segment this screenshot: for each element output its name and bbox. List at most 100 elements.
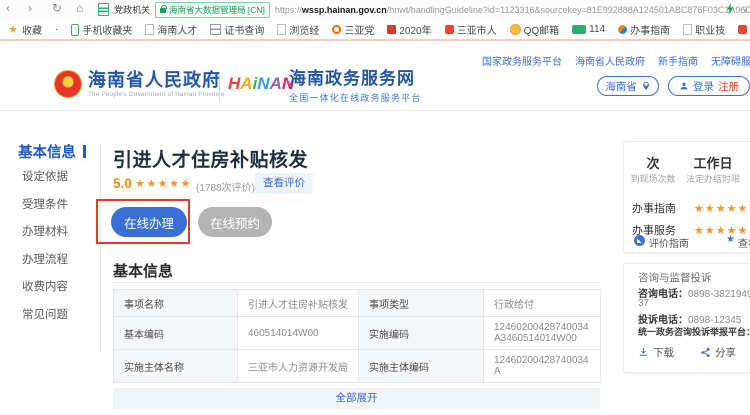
table-row: 基本编码 460514014W00 实施编码 12460200428740034…: [114, 317, 601, 350]
refresh-icon[interactable]: ↻: [52, 1, 62, 15]
stats-card-footer: 评价指南 ★ 查看评价: [624, 234, 750, 250]
bookmark-item[interactable]: 海南人才: [145, 22, 197, 37]
bookmark-icon: [8, 25, 19, 35]
table-label: 实施主体名称: [114, 350, 238, 383]
region-label: 海南省: [605, 79, 637, 94]
bookmark-item[interactable]: 三亚党: [332, 22, 374, 37]
sidebar-item[interactable]: 设定依据: [22, 164, 68, 192]
bookmark-label: 职业技: [695, 22, 725, 37]
rating-score: 5.0: [113, 176, 132, 191]
sidebar-item[interactable]: 受理条件: [22, 192, 68, 220]
bookmark-label: 114: [589, 24, 605, 35]
contact-card-title: 咨询与监督投诉: [638, 270, 712, 285]
login-register[interactable]: 登录 注册: [668, 76, 750, 96]
bookmark-item[interactable]: 三亚市人: [445, 22, 497, 37]
header-top-link[interactable]: 无障碍服务: [711, 53, 750, 68]
bookmark-item[interactable]: 浏览经: [277, 22, 319, 37]
rating-stars: ★★★★★: [694, 202, 748, 215]
divider: [0, 39, 750, 41]
bookmark-label: 证书查询: [224, 22, 264, 37]
view-reviews-button[interactable]: 查看评价: [255, 173, 313, 194]
address-bar[interactable]: 党政机关 海南省大数据管理局 [CN] https://wssp.hainan.…: [98, 2, 750, 17]
back-icon[interactable]: ‹: [6, 1, 10, 15]
platform-row: 统一政务咨询投诉举报平台：点击进入: [638, 325, 750, 338]
online-reserve-button[interactable]: 在线预约: [198, 207, 272, 237]
rating-row: 办事指南 ★★★★★: [632, 200, 750, 216]
sidebar-heading[interactable]: 基本信息: [18, 141, 86, 162]
national-emblem-icon: [54, 70, 82, 98]
divider: [0, 110, 750, 111]
table-row: 事项名称 引进人才住房补贴核发 事项类型 行政给付: [114, 290, 601, 317]
login-button[interactable]: 登录: [693, 79, 714, 94]
consult-phone-row: 咨询电话：0898-38219496；0: [638, 285, 750, 300]
site-subtitle: 全国一体化在线政务服务平台: [289, 91, 422, 104]
bookmark-icon: [683, 24, 692, 35]
rating-stars: ★★★★★: [135, 177, 192, 190]
contact-card: 咨询与监督投诉 咨询电话：0898-38219496；0 37 投诉电话：089…: [623, 263, 750, 373]
share-button[interactable]: 分享: [700, 345, 736, 360]
bookmark-icon: [738, 25, 747, 34]
evaluation-guide-link[interactable]: 评价指南: [649, 235, 689, 250]
page-title: 引进人才住房补贴核发: [113, 145, 308, 172]
stat-label: 承诺办结时限: [746, 172, 750, 185]
bookmark-item[interactable]: 职业技: [683, 22, 725, 37]
hainan-logo: HAiNAN: [228, 74, 294, 94]
download-button[interactable]: 下载: [638, 345, 674, 360]
browser-nav-bar: ‹ › ↻ ⌂ 党政机关 海南省大数据管理局 [CN] https://wssp…: [0, 0, 750, 19]
bookmark-icon: [71, 24, 79, 36]
bookmark-item[interactable]: 2020年: [387, 22, 431, 37]
gov-name: 海南省人民政府: [88, 70, 224, 90]
bookmark-item[interactable]: 办事指南: [618, 22, 670, 37]
active-indicator: [83, 145, 86, 158]
user-icon: [679, 81, 689, 91]
bookmark-icon: [387, 25, 396, 34]
bookmark-item[interactable]: 全国建: [738, 22, 750, 37]
bookmark-label: 手机收藏夹: [82, 22, 132, 37]
bookmark-label: QQ邮箱: [524, 22, 560, 37]
bookmark-icon: [210, 24, 221, 35]
bookmark-item[interactable]: 证书查询: [210, 22, 264, 37]
gov-name-english: The People's Government of Hainan Provin…: [88, 91, 224, 98]
forward-icon[interactable]: ›: [28, 1, 32, 15]
security-badge[interactable]: 海南省大数据管理局 [CN]: [155, 2, 270, 18]
bookmark-item[interactable]: 手机收藏夹: [71, 22, 132, 37]
bookmark-item[interactable]: ·: [55, 24, 58, 35]
table-label: 实施主体编码: [359, 350, 484, 383]
sidebar-item[interactable]: 常见问题: [22, 302, 68, 330]
evaluation-guide-icon: [634, 235, 645, 246]
table-label: 基本编码: [114, 317, 238, 350]
bookmark-item[interactable]: 114: [572, 24, 605, 35]
divider: [113, 282, 600, 283]
divider: [100, 143, 101, 353]
table-value: 行政给付: [484, 290, 601, 317]
bookmark-item[interactable]: QQ邮箱: [510, 22, 560, 37]
download-icon: [638, 347, 649, 358]
sidebar-item[interactable]: 办理流程: [22, 247, 68, 275]
table-label: 实施编码: [359, 317, 484, 350]
sidebar-item[interactable]: 收费内容: [22, 274, 68, 302]
sidebar-item[interactable]: 办理材料: [22, 219, 68, 247]
view-evaluation-link[interactable]: 查看评价: [738, 235, 750, 250]
region-selector[interactable]: 海南省: [597, 76, 659, 96]
header-top-link[interactable]: 国家政务服务平台: [482, 53, 562, 68]
header-top-link[interactable]: 新手指南: [658, 53, 698, 68]
register-button[interactable]: 注册: [718, 79, 739, 94]
table-label: 事项名称: [114, 290, 238, 317]
gov-logo-block: 海南省人民政府 The People's Government of Haina…: [88, 70, 224, 98]
bookmark-label: 三亚市人: [457, 22, 497, 37]
home-icon[interactable]: ⌂: [76, 1, 83, 15]
bookmark-icon: [145, 24, 154, 35]
bookmark-item[interactable]: 收藏: [8, 22, 42, 37]
location-pin-icon: [641, 81, 651, 91]
bookmark-label: 收藏: [22, 22, 42, 37]
security-badge-label: 海南省大数据管理局 [CN]: [169, 4, 265, 16]
site-category-icon: [98, 3, 109, 16]
browser-window: ‹ › ↻ ⌂ 党政机关 海南省大数据管理局 [CN] https://wssp…: [0, 0, 750, 415]
table-value: 12460200428740034A: [484, 350, 601, 383]
expand-all-button[interactable]: 全部展开: [113, 388, 600, 409]
bookmark-label: 2020年: [399, 22, 431, 37]
lightning-icon[interactable]: [726, 3, 734, 15]
chevron-down-icon[interactable]: ∨: [742, 5, 748, 14]
bookmark-icon: [445, 25, 454, 34]
header-top-link[interactable]: 海南省人民政府: [575, 53, 645, 68]
